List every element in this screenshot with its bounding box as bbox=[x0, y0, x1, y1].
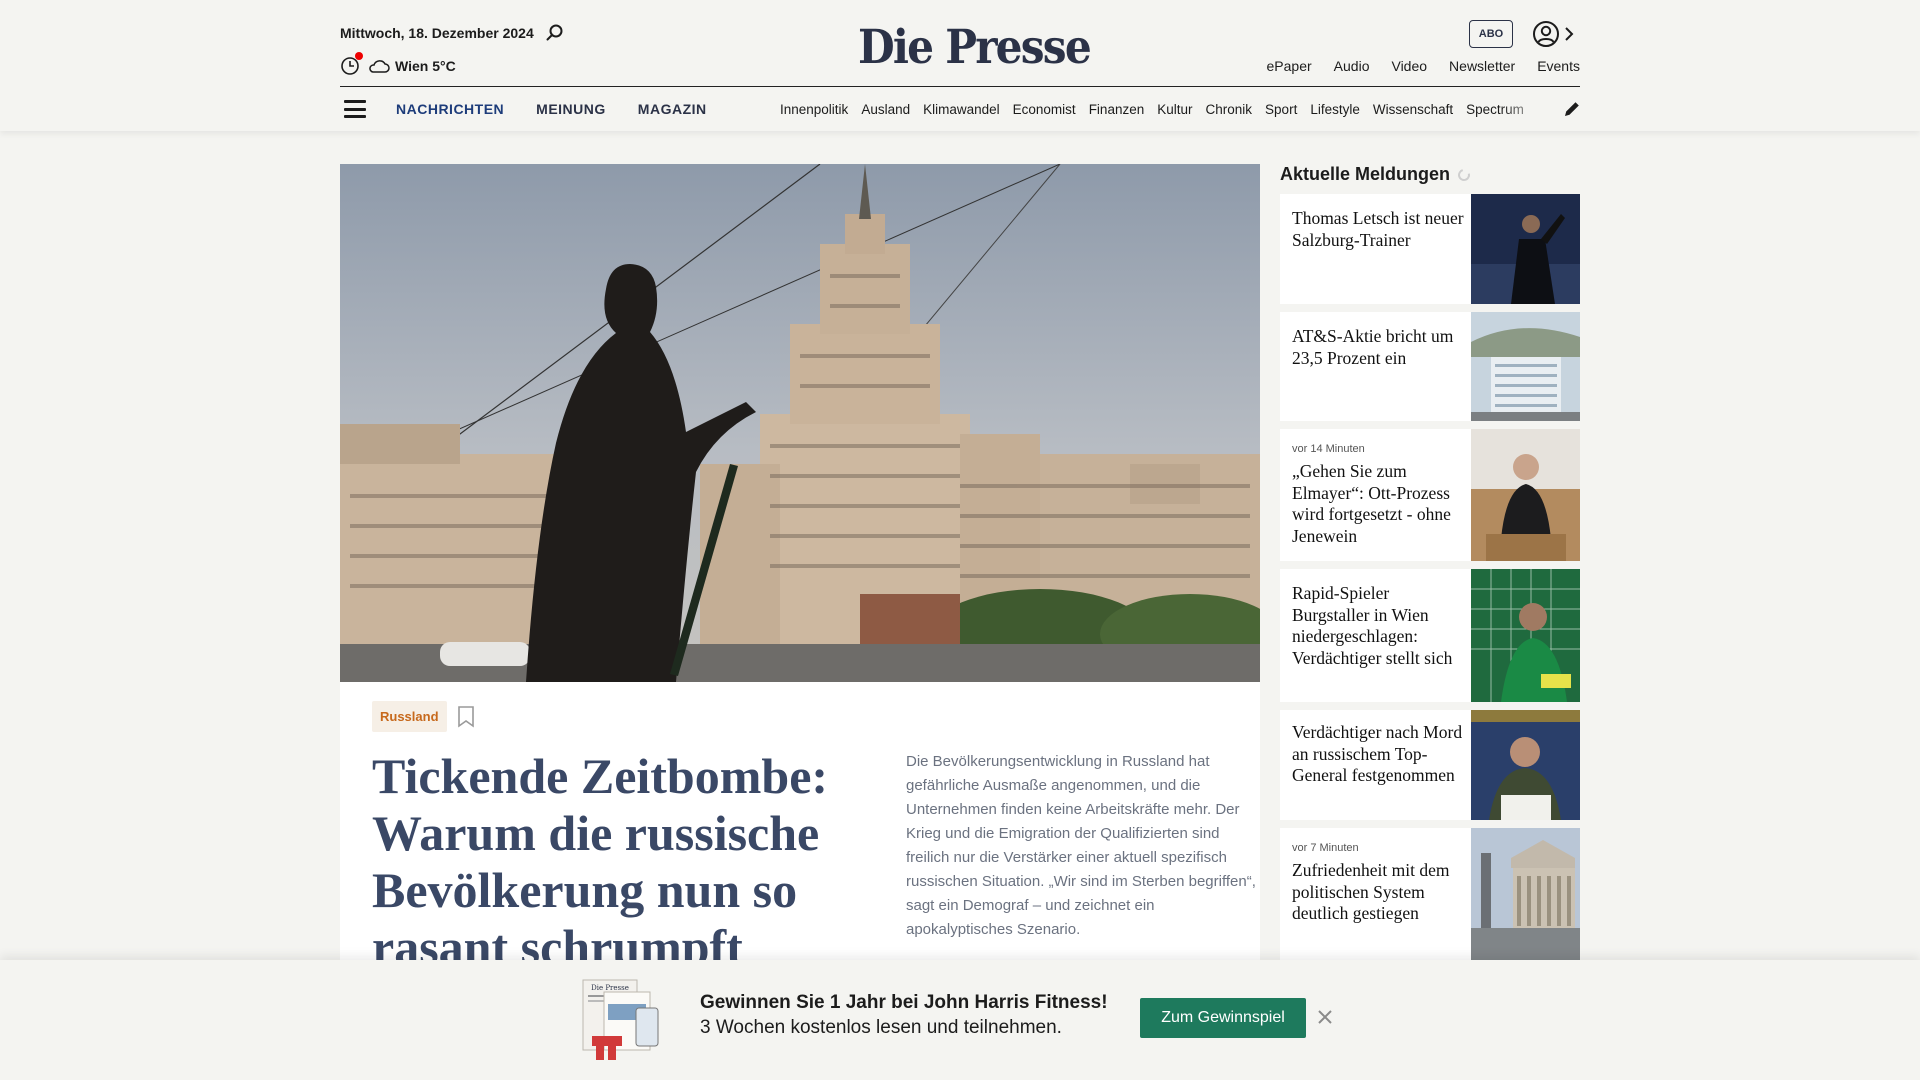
site-logo[interactable]: Die Presse bbox=[858, 20, 1092, 75]
bookmark-icon[interactable] bbox=[457, 705, 475, 728]
news-item-title: Rapid-Spieler Burgstaller in Wien nieder… bbox=[1292, 583, 1453, 668]
chevron-right-icon bbox=[1565, 27, 1574, 41]
promo-subline: 3 Wochen kostenlos lesen und teilnehmen. bbox=[700, 1017, 1062, 1038]
user-account-button[interactable] bbox=[1532, 20, 1580, 48]
clock-icon bbox=[340, 52, 363, 76]
link-newsletter[interactable]: Newsletter bbox=[1449, 58, 1515, 74]
subnav-scroller[interactable]: Innenpolitik Ausland Klimawandel Economi… bbox=[780, 87, 1550, 131]
news-item-title: Zufriedenheit mit dem politischen System… bbox=[1292, 860, 1450, 923]
news-item-thumbnail bbox=[1471, 569, 1580, 702]
link-events[interactable]: Events bbox=[1537, 58, 1580, 74]
news-item[interactable]: vor 14 Minuten „Gehen Sie zum Elmayer“: … bbox=[1280, 429, 1580, 561]
news-item-title: „Gehen Sie zum Elmayer“: Ott-Prozess wir… bbox=[1292, 461, 1451, 546]
subnav-kultur[interactable]: Kultur bbox=[1157, 102, 1192, 117]
news-item-time: vor 7 Minuten bbox=[1292, 842, 1359, 854]
link-video[interactable]: Video bbox=[1391, 58, 1427, 74]
news-item[interactable]: vor 7 Minuten Zufriedenheit mit dem poli… bbox=[1280, 828, 1580, 960]
subnav-chronik[interactable]: Chronik bbox=[1206, 102, 1253, 117]
subnav-sport[interactable]: Sport bbox=[1265, 102, 1297, 117]
pencil-icon[interactable] bbox=[1562, 99, 1582, 119]
lead-headline[interactable]: Tickende Zeitbombe: Warum die russische … bbox=[372, 748, 852, 976]
subnav-ausland[interactable]: Ausland bbox=[861, 102, 910, 117]
search-icon[interactable] bbox=[544, 22, 566, 44]
news-item-time: vor 14 Minuten bbox=[1292, 443, 1365, 455]
sidebar-title-text: Aktuelle Meldungen bbox=[1280, 164, 1451, 184]
weather-widget[interactable]: Wien 5°C bbox=[340, 52, 456, 76]
promo-image: Die Presse bbox=[580, 978, 662, 1062]
main-navigation: NACHRICHTEN MEINUNG MAGAZIN Innenpolitik… bbox=[340, 87, 1580, 131]
subnav-innenpolitik[interactable]: Innenpolitik bbox=[780, 102, 848, 117]
lead-article[interactable]: Russland Tickende Zeitbombe: Warum die r… bbox=[340, 164, 1260, 1080]
link-epaper[interactable]: ePaper bbox=[1267, 58, 1312, 74]
nav-nachrichten[interactable]: NACHRICHTEN bbox=[396, 101, 504, 117]
abo-button[interactable]: ABO bbox=[1469, 20, 1513, 48]
subnav-finanzen[interactable]: Finanzen bbox=[1089, 102, 1145, 117]
menu-icon[interactable] bbox=[344, 100, 366, 118]
lead-image[interactable] bbox=[340, 164, 1260, 682]
news-item[interactable]: Verdächtiger nach Mord an russischem Top… bbox=[1280, 710, 1580, 820]
category-tag[interactable]: Russland bbox=[372, 701, 447, 732]
loading-icon bbox=[1455, 166, 1473, 183]
sidebar-title: Aktuelle Meldungen bbox=[1280, 164, 1473, 185]
promo-headline: Gewinnen Sie 1 Jahr bei John Harris Fitn… bbox=[700, 992, 1108, 1013]
news-item[interactable]: AT&S-Aktie bricht um 23,5 Prozent ein bbox=[1280, 312, 1580, 421]
promo-image-logo: Die Presse bbox=[591, 984, 629, 992]
notification-dot bbox=[355, 52, 363, 60]
cloud-icon bbox=[369, 60, 390, 73]
subnav-wissenschaft[interactable]: Wissenschaft bbox=[1373, 102, 1453, 117]
header-links: ePaper Audio Video Newsletter Events bbox=[1267, 58, 1580, 74]
close-icon[interactable] bbox=[1316, 1008, 1334, 1026]
site-header: Mittwoch, 18. Dezember 2024 Wien 5°C Die… bbox=[0, 0, 1920, 131]
news-item[interactable]: Rapid-Spieler Burgstaller in Wien nieder… bbox=[1280, 569, 1580, 702]
news-item-thumbnail bbox=[1471, 429, 1580, 561]
news-item-title: Thomas Letsch ist neuer Salzburg-Trainer bbox=[1292, 208, 1464, 250]
promo-cta-button[interactable]: Zum Gewinnspiel bbox=[1140, 998, 1306, 1038]
subnav-lifestyle[interactable]: Lifestyle bbox=[1310, 102, 1360, 117]
news-item-title: AT&S-Aktie bricht um 23,5 Prozent ein bbox=[1292, 326, 1454, 368]
subnav-economist[interactable]: Economist bbox=[1013, 102, 1076, 117]
weather-text: Wien 5°C bbox=[395, 58, 456, 74]
nav-magazin[interactable]: MAGAZIN bbox=[638, 101, 707, 117]
news-item-thumbnail bbox=[1471, 194, 1580, 304]
user-icon bbox=[1533, 21, 1559, 47]
news-item-thumbnail bbox=[1471, 828, 1580, 960]
current-date: Mittwoch, 18. Dezember 2024 bbox=[340, 25, 534, 41]
subnav-klimawandel[interactable]: Klimawandel bbox=[923, 102, 1000, 117]
subnav-fade bbox=[1500, 87, 1550, 131]
news-item-thumbnail bbox=[1471, 312, 1580, 421]
news-item-title: Verdächtiger nach Mord an russischem Top… bbox=[1292, 722, 1463, 785]
news-item-thumbnail bbox=[1471, 710, 1580, 820]
nav-meinung[interactable]: MEINUNG bbox=[536, 101, 606, 117]
link-audio[interactable]: Audio bbox=[1334, 58, 1370, 74]
promo-banner: Die Presse Gewinnen Sie 1 Jahr bei John … bbox=[0, 960, 1920, 1080]
news-item[interactable]: Thomas Letsch ist neuer Salzburg-Trainer bbox=[1280, 194, 1580, 304]
lead-teaser: Die Bevölkerungsentwicklung in Russland … bbox=[906, 753, 1256, 938]
